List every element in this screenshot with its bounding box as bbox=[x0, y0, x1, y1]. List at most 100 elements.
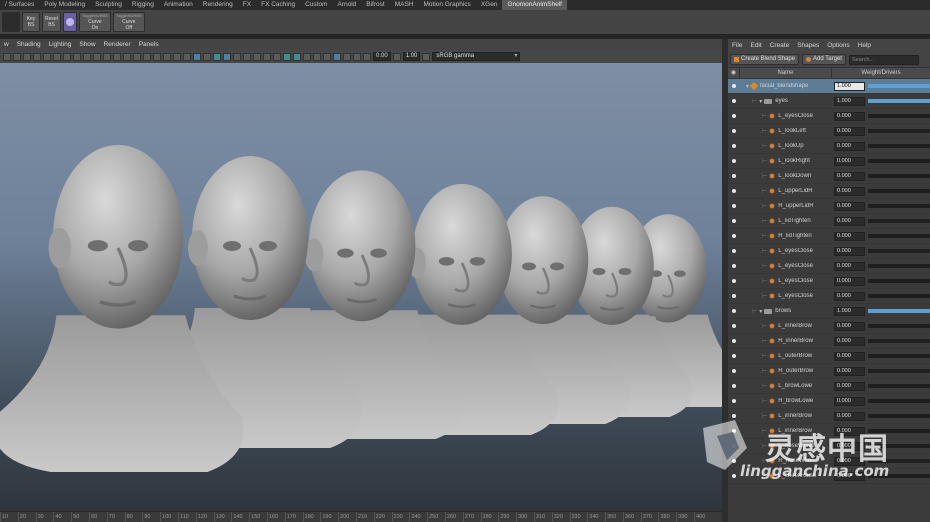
viewport-tool-icon[interactable] bbox=[353, 52, 361, 61]
weight-field[interactable]: 0.000 bbox=[834, 216, 865, 226]
expand-arrow-icon[interactable]: ▾ bbox=[746, 83, 749, 90]
weight-field[interactable]: 0.000 bbox=[834, 201, 865, 211]
viewport-tool-icon[interactable] bbox=[243, 52, 251, 61]
weight-field[interactable]: 0.000 bbox=[834, 261, 865, 271]
viewport-tool-icon[interactable] bbox=[233, 52, 241, 61]
weight-field[interactable]: 0.000 bbox=[834, 246, 865, 256]
color-management-icon[interactable] bbox=[422, 52, 431, 61]
weight-field[interactable]: 0.000 bbox=[834, 321, 865, 331]
shape-editor-menu-item[interactable]: Shapes bbox=[793, 39, 823, 52]
weight-slider[interactable] bbox=[868, 204, 930, 208]
shape-editor-menu-item[interactable]: Help bbox=[854, 39, 875, 52]
viewport-tool-icon[interactable] bbox=[183, 52, 191, 61]
visibility-toggle[interactable] bbox=[728, 174, 740, 178]
viewport-tool-icon[interactable] bbox=[293, 52, 301, 61]
viewport-tool-icon[interactable] bbox=[93, 52, 101, 61]
visibility-toggle[interactable] bbox=[728, 204, 740, 208]
weight-field[interactable]: 1.000 bbox=[834, 96, 865, 106]
viewport-tool-icon[interactable] bbox=[153, 52, 161, 61]
viewport-tool-icon[interactable] bbox=[103, 52, 111, 61]
weight-slider[interactable] bbox=[868, 234, 930, 238]
visibility-toggle[interactable] bbox=[728, 84, 740, 88]
viewport-tool-icon[interactable] bbox=[303, 52, 311, 61]
visibility-toggle[interactable] bbox=[728, 309, 740, 313]
visibility-toggle[interactable] bbox=[728, 114, 740, 118]
viewport-tool-icon[interactable] bbox=[73, 52, 81, 61]
visibility-toggle[interactable] bbox=[728, 324, 740, 328]
add-target-button[interactable]: Add Target bbox=[802, 54, 846, 65]
expand-arrow-icon[interactable]: ▾ bbox=[759, 98, 762, 105]
visibility-toggle[interactable] bbox=[728, 384, 740, 388]
weight-field[interactable]: 1.000 bbox=[834, 306, 865, 316]
viewport-tool-icon[interactable] bbox=[203, 52, 211, 61]
viewport-tool-icon[interactable] bbox=[23, 52, 31, 61]
shelf-button-curve-on[interactable]: ToggleNURBS Curve On bbox=[79, 12, 111, 32]
shape-editor-menu-item[interactable]: Create bbox=[766, 39, 794, 52]
shelf-tab[interactable]: FX bbox=[238, 0, 256, 10]
weight-field[interactable]: 0.000 bbox=[834, 171, 865, 181]
shelf-tab[interactable]: Bifrost bbox=[361, 0, 389, 10]
visibility-toggle[interactable] bbox=[728, 339, 740, 343]
target-row[interactable]: ⊢ R_browLowe 0.000 bbox=[728, 394, 930, 409]
weight-slider[interactable] bbox=[868, 84, 930, 88]
target-row[interactable]: ⊢ R_upperLidR 0.000 bbox=[728, 199, 930, 214]
target-row[interactable]: ⊢ R_innerBrow 0.000 bbox=[728, 334, 930, 349]
shelf-button-purple[interactable] bbox=[63, 12, 78, 32]
shelf-tab[interactable]: Sculpting bbox=[90, 0, 127, 10]
shape-editor-menu-item[interactable]: Options bbox=[823, 39, 853, 52]
shape-editor-menu-item[interactable]: File bbox=[728, 39, 746, 52]
create-blend-shape-button[interactable]: Create Blend Shape bbox=[730, 54, 800, 65]
target-row[interactable]: ⊢ L_eyesClose 0.000 bbox=[728, 244, 930, 259]
shelf-tab[interactable]: Poly Modeling bbox=[39, 0, 90, 10]
shelf-tab[interactable]: FX Caching bbox=[256, 0, 300, 10]
viewport-tool-icon[interactable] bbox=[123, 52, 131, 61]
target-row[interactable]: ⊢ R_outerBrow 0.000 bbox=[728, 364, 930, 379]
weight-slider[interactable] bbox=[868, 354, 930, 358]
search-input[interactable]: Search... bbox=[848, 54, 919, 65]
shelf-tab[interactable]: Arnold bbox=[332, 0, 361, 10]
viewport-tool-icon[interactable] bbox=[193, 52, 201, 61]
group-row[interactable]: ⊢ ▾ brows 1.000 bbox=[728, 304, 930, 319]
weight-field[interactable]: 0.000 bbox=[834, 336, 865, 346]
color-space-select[interactable]: sRGB gamma bbox=[432, 52, 521, 61]
weight-slider[interactable] bbox=[868, 324, 930, 328]
viewport-menu-item[interactable]: Renderer bbox=[100, 39, 135, 50]
weight-field[interactable]: 0.000 bbox=[834, 156, 865, 166]
expand-arrow-icon[interactable]: ▾ bbox=[759, 308, 762, 315]
weight-slider[interactable] bbox=[868, 399, 930, 403]
viewport-tool-icon[interactable] bbox=[133, 52, 141, 61]
viewport-tool-icon[interactable] bbox=[343, 52, 351, 61]
weight-field[interactable]: 0.000 bbox=[834, 126, 865, 136]
viewport-tool-icon[interactable] bbox=[3, 52, 11, 61]
viewport-tool-icon[interactable] bbox=[323, 52, 331, 61]
shelf-tab[interactable]: / Surfaces bbox=[0, 0, 39, 10]
viewport-tool-icon[interactable] bbox=[333, 52, 341, 61]
visibility-toggle[interactable] bbox=[728, 249, 740, 253]
viewport-tool-icon[interactable] bbox=[173, 52, 181, 61]
weight-slider[interactable] bbox=[868, 249, 930, 253]
viewport-tool-icon[interactable] bbox=[33, 52, 41, 61]
weight-field[interactable]: 0.000 bbox=[834, 276, 865, 286]
target-row[interactable]: ⊢ L_lookUp 0.000 bbox=[728, 139, 930, 154]
weight-field[interactable]: 0.000 bbox=[834, 291, 865, 301]
visibility-toggle[interactable] bbox=[728, 159, 740, 163]
viewport-menu-item[interactable]: Shading bbox=[13, 39, 45, 50]
blendshape-row[interactable]: ▾ facial_blendshape 1.000 bbox=[728, 79, 930, 94]
visibility-toggle[interactable] bbox=[728, 369, 740, 373]
weight-slider[interactable] bbox=[868, 294, 930, 298]
visibility-toggle[interactable] bbox=[728, 279, 740, 283]
target-row[interactable]: ⊢ L_lookDown 0.000 bbox=[728, 169, 930, 184]
visibility-toggle[interactable] bbox=[728, 264, 740, 268]
viewport-menu-item[interactable]: Lighting bbox=[45, 39, 76, 50]
viewport-tool-icon[interactable] bbox=[223, 52, 231, 61]
shelf-button-blank[interactable] bbox=[2, 12, 20, 32]
visibility-toggle[interactable] bbox=[728, 234, 740, 238]
weight-slider[interactable] bbox=[868, 174, 930, 178]
viewport-tool-icon[interactable] bbox=[43, 52, 51, 61]
weight-field[interactable]: 0.000 bbox=[834, 141, 865, 151]
visibility-toggle[interactable] bbox=[728, 219, 740, 223]
viewport-tool-icon[interactable] bbox=[83, 52, 91, 61]
target-row[interactable]: ⊢ R_lidTighten 0.000 bbox=[728, 229, 930, 244]
weight-slider[interactable] bbox=[868, 114, 930, 118]
viewport-tool-icon[interactable] bbox=[113, 52, 121, 61]
